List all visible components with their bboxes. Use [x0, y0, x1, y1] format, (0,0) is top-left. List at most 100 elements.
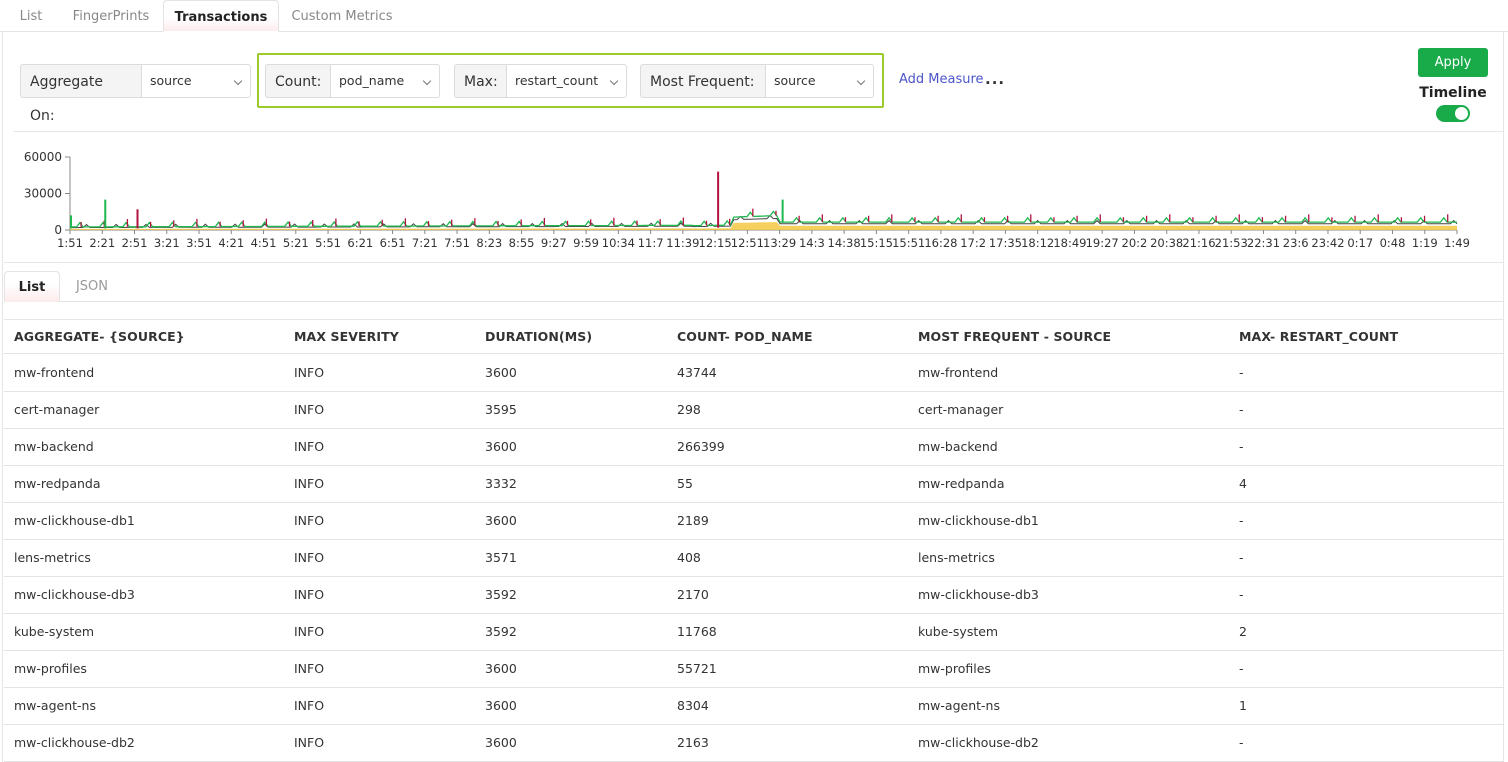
table-row[interactable]: mw-redpanda INFO 3332 55 mw-redpanda 4	[4, 466, 1504, 503]
tab-fingerprints[interactable]: FingerPrints	[62, 0, 160, 32]
x-tick-label: 15:51	[892, 236, 925, 250]
x-tick-label: 6:51	[380, 236, 406, 250]
table-row[interactable]: mw-profiles INFO 3600 55721 mw-profiles -	[4, 651, 1504, 688]
table-row[interactable]: mw-clickhouse-db2 INFO 3600 2163 mw-clickhou…	[4, 725, 1504, 762]
timeline-toggle[interactable]	[1436, 105, 1470, 122]
count-select[interactable]: pod_name	[330, 64, 440, 98]
aggregate-on-label: Aggregate On:	[20, 64, 141, 124]
column-header: MAX SEVERITY	[294, 329, 399, 344]
max-select[interactable]: restart_count	[506, 64, 627, 98]
x-tick-label: 21:16	[1182, 236, 1215, 250]
toggle-knob	[1455, 107, 1468, 120]
table-cell: kube-system	[918, 624, 999, 639]
tab-custom-metrics[interactable]: Custom Metrics	[282, 0, 402, 32]
x-tick-label: 12:51	[731, 236, 764, 250]
more-options-icon[interactable]: ...	[985, 70, 1005, 88]
table-cell: -	[1239, 513, 1244, 528]
add-measure-link[interactable]: Add Measure	[899, 72, 984, 87]
table-cell: mw-clickhouse-db1	[14, 513, 135, 528]
table-cell: 55	[677, 476, 693, 491]
x-tick-label: 18:12	[1021, 236, 1054, 250]
table-cell: INFO	[294, 661, 325, 676]
x-tick-label: 17:35	[989, 236, 1022, 250]
x-tick-label: 11:39	[666, 236, 699, 250]
table-cell: mw-redpanda	[918, 476, 1005, 491]
table-cell: -	[1239, 550, 1244, 565]
tab-json-view[interactable]: JSON	[62, 271, 122, 302]
x-tick-label: 1:51	[57, 236, 83, 250]
x-tick-label: 10:34	[602, 236, 635, 250]
table-cell: -	[1239, 365, 1244, 380]
table-cell: INFO	[294, 735, 325, 750]
table-cell: cert-manager	[918, 402, 1004, 417]
table-cell: 3571	[485, 550, 517, 565]
column-header: MOST FREQUENT - SOURCE	[918, 329, 1112, 344]
table-cell: 2163	[677, 735, 709, 750]
count-label: Count:	[265, 64, 330, 98]
table-cell: INFO	[294, 624, 325, 639]
most-frequent-select[interactable]: source	[765, 64, 874, 98]
chart-divider	[14, 131, 1504, 132]
max-value: restart_count	[515, 73, 599, 88]
table-row[interactable]: mw-agent-ns INFO 3600 8304 mw-agent-ns 1	[4, 688, 1504, 725]
x-tick-label: 11:7	[638, 236, 664, 250]
table-cell: 43744	[677, 365, 717, 380]
table-row[interactable]: mw-frontend INFO 3600 43744 mw-frontend -	[4, 355, 1504, 392]
x-tick-label: 20:38	[1150, 236, 1183, 250]
x-tick-label: 19:27	[1086, 236, 1119, 250]
table-cell: INFO	[294, 402, 325, 417]
x-tick-label: 20:2	[1122, 236, 1148, 250]
table-cell: mw-clickhouse-db2	[918, 735, 1039, 750]
x-tick-label: 22:31	[1247, 236, 1280, 250]
table-cell: INFO	[294, 476, 325, 491]
chevron-down-icon	[422, 76, 432, 86]
table-cell: 4	[1239, 476, 1247, 491]
x-tick-label: 9:27	[541, 236, 567, 250]
apply-button[interactable]: Apply	[1418, 48, 1488, 77]
table-row[interactable]: lens-metrics INFO 3571 408 lens-metrics -	[4, 540, 1504, 577]
table-cell: mw-backend	[14, 439, 94, 454]
x-tick-label: 6:21	[347, 236, 373, 250]
x-tick-label: 8:23	[476, 236, 502, 250]
x-tick-label: 4:51	[251, 236, 277, 250]
x-tick-label: 17:2	[960, 236, 986, 250]
table-cell: -	[1239, 439, 1244, 454]
x-tick-label: 8:55	[509, 236, 535, 250]
x-tick-label: 0:17	[1347, 236, 1373, 250]
tab-transactions[interactable]: Transactions	[163, 0, 279, 32]
x-tick-label: 14:38	[828, 236, 861, 250]
table-row[interactable]: mw-backend INFO 3600 266399 mw-backend -	[4, 429, 1504, 466]
table-cell: 3600	[485, 439, 517, 454]
chevron-down-icon	[233, 76, 243, 86]
table-cell: 3600	[485, 513, 517, 528]
tab-list-view[interactable]: List	[4, 271, 60, 302]
table-row[interactable]: cert-manager INFO 3595 298 cert-manager -	[4, 392, 1504, 429]
table-cell: INFO	[294, 365, 325, 380]
table-cell: mw-agent-ns	[918, 698, 1000, 713]
table-row[interactable]: kube-system INFO 3592 11768 kube-system 2	[4, 614, 1504, 651]
x-tick-label: 0:48	[1380, 236, 1406, 250]
x-tick-label: 12:15	[699, 236, 732, 250]
timeline-chart: 60000 30000 01:51 2:21 2:51 3:21 3:51 4:21 4:51 5…	[24, 150, 1470, 250]
table-row[interactable]: mw-clickhouse-db1 INFO 3600 2189 mw-clickhou…	[4, 503, 1504, 540]
table-cell: INFO	[294, 513, 325, 528]
table-cell: INFO	[294, 698, 325, 713]
x-tick-label: 2:51	[122, 236, 148, 250]
table-cell: INFO	[294, 550, 325, 565]
table-cell: 3600	[485, 365, 517, 380]
x-tick-label: 7:21	[412, 236, 438, 250]
table-cell: mw-clickhouse-db3	[918, 587, 1039, 602]
table-cell: -	[1239, 402, 1244, 417]
x-tick-label: 3:51	[186, 236, 212, 250]
table-cell: mw-agent-ns	[14, 698, 96, 713]
x-tick-label: 21:53	[1215, 236, 1248, 250]
table-cell: lens-metrics	[918, 550, 995, 565]
x-tick-label: 4:21	[218, 236, 244, 250]
table-cell: -	[1239, 661, 1244, 676]
x-tick-label: 18:49	[1053, 236, 1086, 250]
chevron-down-icon	[856, 76, 866, 86]
aggregate-on-select[interactable]: source	[141, 64, 251, 98]
tab-list[interactable]: List	[4, 0, 58, 32]
table-row[interactable]: mw-clickhouse-db3 INFO 3592 2170 mw-clickhou…	[4, 577, 1504, 614]
table-cell: -	[1239, 587, 1244, 602]
